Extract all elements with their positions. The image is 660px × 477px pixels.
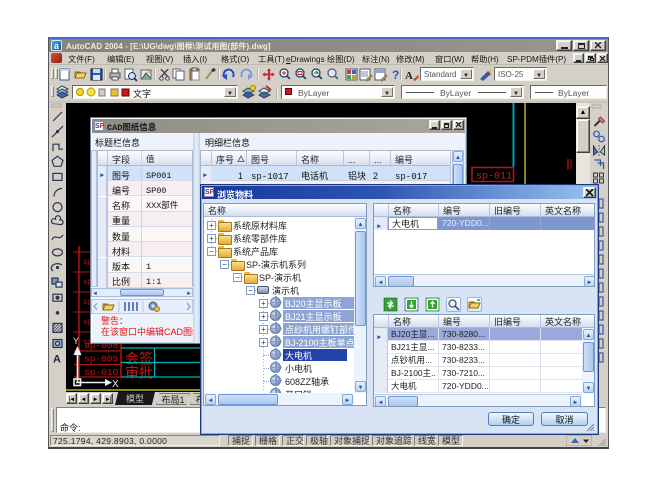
- svg-text:A: A: [53, 354, 61, 366]
- svg-text:X: X: [112, 379, 119, 390]
- svg-text:sp-011: sp-011: [476, 172, 512, 183]
- svg-text:sp-009: sp-009: [84, 354, 119, 365]
- svg-text:sp-010: sp-010: [84, 367, 119, 378]
- svg-text:Y: Y: [73, 336, 79, 346]
- svg-text:A: A: [405, 70, 413, 82]
- svg-text:审批: 审批: [125, 363, 153, 383]
- svg-text:?: ?: [392, 68, 399, 82]
